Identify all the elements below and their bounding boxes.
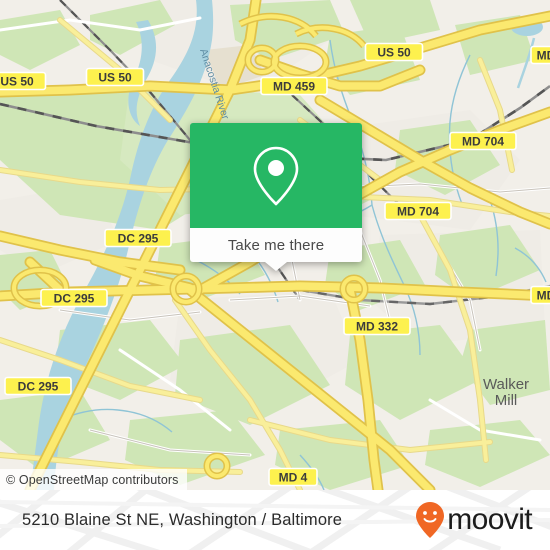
place-label-line2: Mill bbox=[495, 392, 518, 409]
moovit-logo[interactable]: moovit bbox=[415, 501, 533, 539]
route-shield: MD 4 bbox=[268, 467, 318, 487]
route-shield-label: MD bbox=[537, 49, 550, 63]
footer-content: 5210 Blaine St NE, Washington / Baltimor… bbox=[0, 490, 550, 550]
popup-card-header bbox=[190, 123, 362, 228]
location-pin-icon bbox=[253, 146, 299, 205]
route-shield: US 50 bbox=[85, 67, 145, 87]
route-shield-label: US 50 bbox=[0, 75, 34, 89]
destination-popup-card[interactable]: Take me there bbox=[190, 123, 362, 271]
take-me-there-label: Take me there bbox=[227, 236, 325, 254]
moovit-wordmark: moovit bbox=[447, 503, 532, 536]
footer-bar: 5210 Blaine St NE, Washington / Baltimor… bbox=[0, 490, 550, 550]
route-shield: MD bbox=[530, 285, 550, 305]
route-shield-label: MD 332 bbox=[356, 320, 398, 334]
route-shield: MD bbox=[530, 45, 550, 65]
osm-attribution[interactable]: © OpenStreetMap contributors bbox=[0, 469, 187, 490]
route-shield: MD 332 bbox=[343, 316, 411, 336]
map-screenshot: Anacostia River Walker Mill US 50 US 50 MD… bbox=[0, 0, 550, 550]
address-title: 5210 Blaine St NE, Washington / Baltimor… bbox=[22, 510, 343, 529]
route-shield-label: DC 295 bbox=[118, 232, 159, 246]
popup-card-body[interactable]: Take me there bbox=[190, 228, 362, 271]
route-shield-label: DC 295 bbox=[18, 380, 59, 394]
route-shield: DC 295 bbox=[104, 228, 172, 248]
route-shield-label: US 50 bbox=[98, 71, 132, 85]
route-shield-label: MD bbox=[537, 289, 550, 303]
route-shield: DC 295 bbox=[4, 376, 72, 396]
route-shield-label: MD 4 bbox=[279, 471, 308, 485]
route-shield: MD 704 bbox=[449, 131, 517, 151]
osm-attribution-text: © OpenStreetMap contributors bbox=[6, 472, 179, 487]
place-label-line1: Walker bbox=[483, 376, 529, 393]
route-shield: DC 295 bbox=[40, 288, 108, 308]
route-shield-label: DC 295 bbox=[54, 292, 95, 306]
route-shield: US 50 bbox=[364, 42, 424, 62]
moovit-smiley-pin-icon bbox=[416, 502, 445, 538]
route-shield: MD 459 bbox=[260, 76, 328, 96]
route-shield-label: MD 704 bbox=[462, 135, 504, 149]
popup-pointer-tail bbox=[265, 262, 287, 271]
route-shield: US 50 bbox=[0, 71, 47, 91]
route-shield-label: MD 704 bbox=[397, 205, 439, 219]
route-shield-label: US 50 bbox=[377, 46, 411, 60]
route-shield: MD 704 bbox=[384, 201, 452, 221]
route-shield-label: MD 459 bbox=[273, 80, 315, 94]
